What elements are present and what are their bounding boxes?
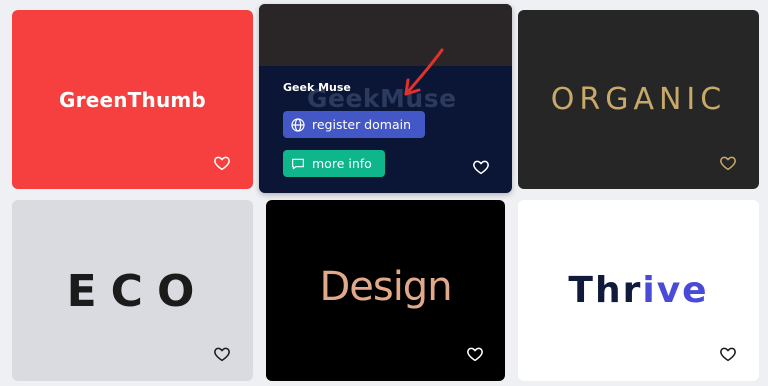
- logo-card-geekmuse[interactable]: GeekMuse Geek Muse register domain more …: [259, 4, 512, 193]
- business-name: Geek Muse: [283, 81, 351, 94]
- heart-icon[interactable]: [213, 345, 231, 363]
- heart-icon[interactable]: [472, 158, 490, 176]
- logo-text: ORGANIC: [550, 82, 727, 117]
- logo-text: GreenThumb: [59, 88, 206, 112]
- logo-text-part1: Thr: [568, 270, 643, 311]
- logo-text: ECO: [66, 266, 209, 317]
- register-domain-label: register domain: [312, 117, 411, 132]
- logo-text-part2: ive: [642, 270, 709, 311]
- heart-icon[interactable]: [719, 345, 737, 363]
- heart-icon[interactable]: [466, 345, 484, 363]
- chat-bubble-icon: [292, 158, 304, 169]
- logo-card-design[interactable]: Design: [266, 200, 505, 381]
- logo-card-eco[interactable]: ECO: [12, 200, 253, 381]
- more-info-label: more info: [312, 156, 372, 171]
- logo-text: Design: [319, 264, 452, 310]
- logo-text: Thrive: [518, 270, 759, 311]
- red-arrow-annotation: [404, 48, 444, 96]
- logo-card-greenthumb[interactable]: GreenThumb: [12, 10, 253, 189]
- globe-icon: [291, 117, 305, 132]
- card-top-band: [259, 4, 512, 66]
- logo-card-organic[interactable]: ORGANIC: [518, 10, 759, 189]
- heart-icon[interactable]: [719, 154, 737, 172]
- heart-icon[interactable]: [213, 154, 231, 172]
- logo-card-thrive[interactable]: Thrive: [518, 200, 759, 381]
- register-domain-button[interactable]: register domain: [283, 111, 425, 138]
- more-info-button[interactable]: more info: [283, 150, 385, 177]
